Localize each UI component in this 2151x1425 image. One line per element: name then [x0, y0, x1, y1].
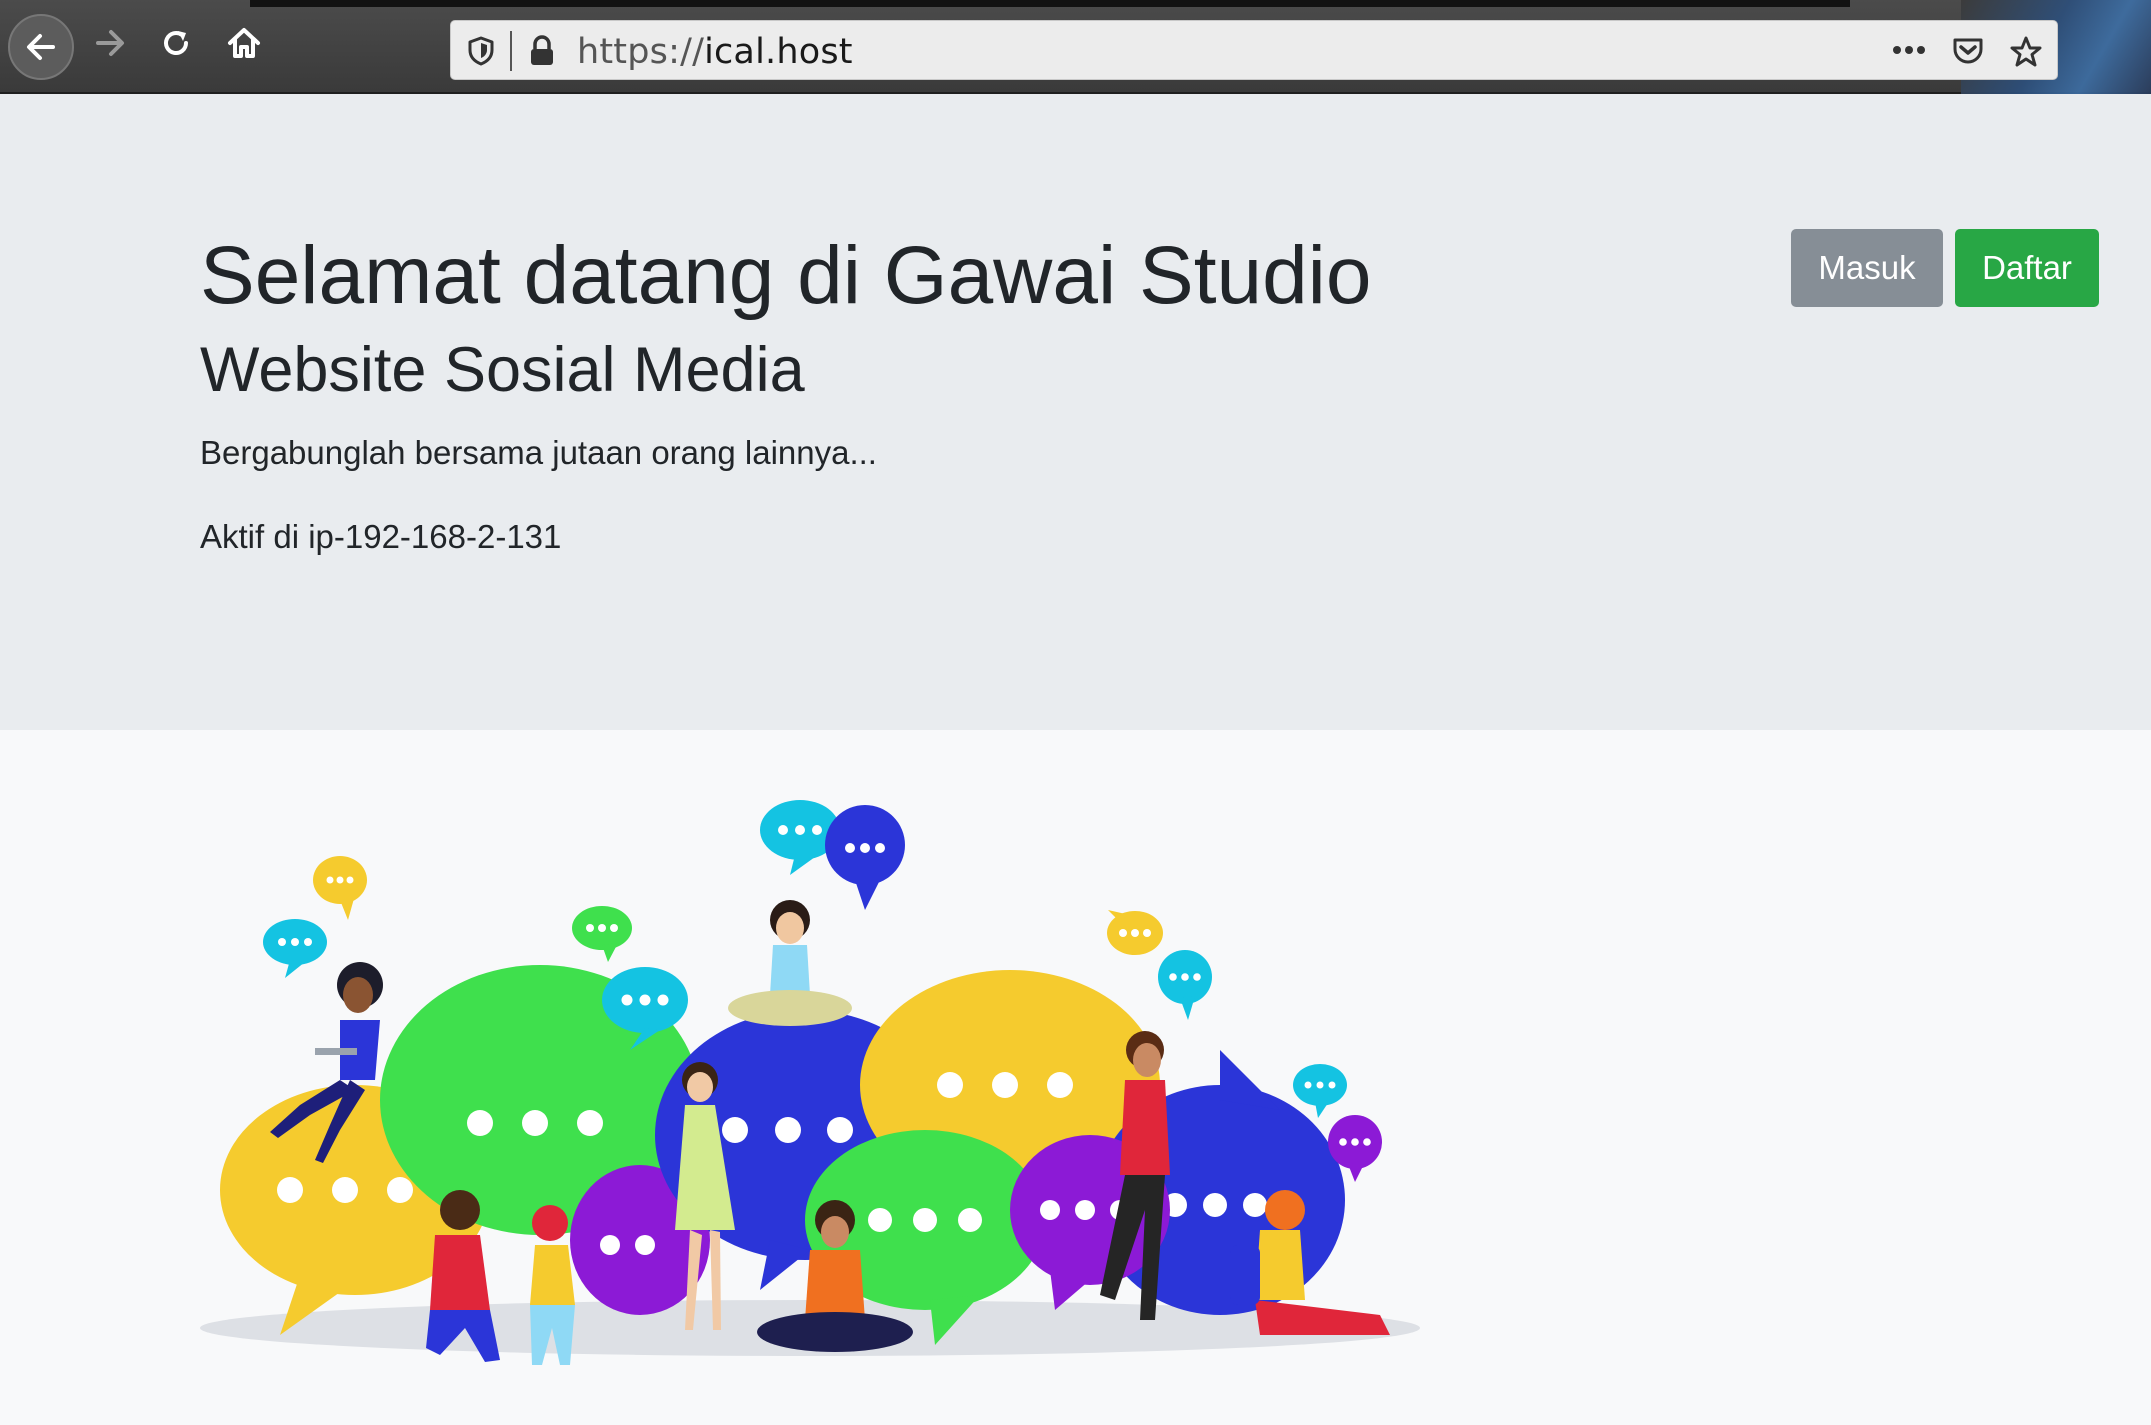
small-bubble-cyan-5	[1293, 1064, 1347, 1118]
login-button[interactable]: Masuk	[1791, 229, 1943, 307]
social-media-illustration	[200, 800, 1420, 1365]
forward-button[interactable]	[80, 13, 140, 73]
pocket-icon[interactable]	[1951, 35, 1985, 67]
small-bubble-cyan-1	[263, 919, 327, 978]
more-icon[interactable]	[1891, 43, 1927, 57]
star-icon[interactable]	[2009, 35, 2043, 69]
reload-icon	[164, 31, 188, 55]
page-title: Selamat datang di Gawai Studio	[200, 230, 1372, 321]
url-text[interactable]: https://ical.host	[577, 32, 853, 72]
small-bubble-yellow-2	[1107, 910, 1163, 955]
hero-section	[0, 94, 2151, 730]
browser-toolbar: https://ical.host	[0, 0, 2151, 94]
small-bubble-green-1	[572, 906, 632, 962]
home-icon	[228, 28, 260, 58]
reload-button[interactable]	[146, 13, 206, 73]
url-bar[interactable]: https://ical.host	[450, 20, 2058, 80]
tab-strip-edge	[250, 0, 1850, 7]
home-button[interactable]	[214, 13, 274, 73]
url-separator	[510, 31, 512, 71]
active-host-text: Aktif di ip-192-168-2-131	[200, 518, 562, 555]
small-bubble-cyan-4	[1158, 950, 1212, 1020]
page-subtitle: Website Sosial Media	[200, 335, 805, 405]
small-bubble-blue-1	[825, 805, 905, 910]
back-button[interactable]	[8, 14, 74, 80]
lock-icon[interactable]	[527, 35, 557, 67]
url-scheme: https://	[577, 32, 705, 72]
small-bubble-yellow-1	[313, 856, 367, 920]
url-host: ical.host	[704, 32, 853, 72]
register-button[interactable]: Daftar	[1955, 229, 2099, 307]
person-sitting-on-bubble	[728, 900, 852, 1026]
lead-text: Bergabunglah bersama jutaan orang lainny…	[200, 434, 877, 471]
arrow-left-icon	[27, 34, 55, 60]
arrow-right-icon	[96, 30, 124, 56]
shield-icon[interactable]	[465, 35, 497, 67]
